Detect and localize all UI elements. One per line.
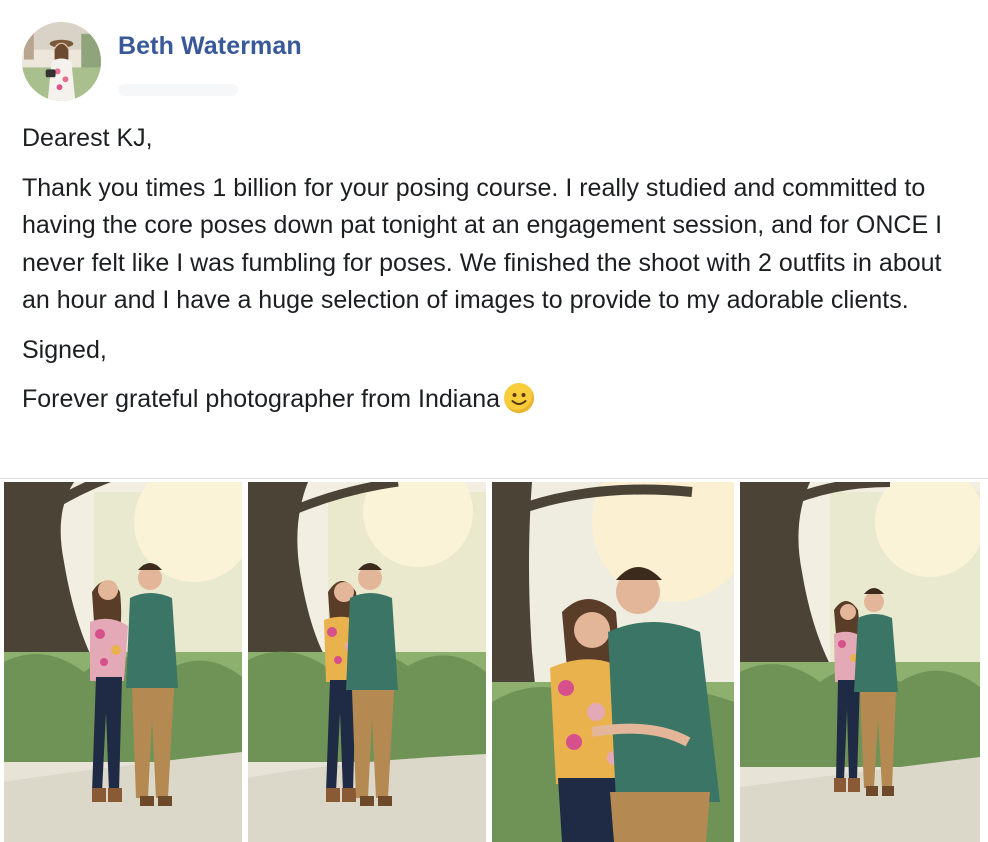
post-timestamp-blurred [118, 84, 238, 96]
author-name[interactable]: Beth Waterman [118, 32, 302, 61]
engagement-photo-image [248, 482, 486, 842]
engagement-photo-3[interactable] [492, 482, 734, 842]
photo-grid [0, 480, 988, 842]
post-paragraph: Forever grateful photographer from India… [22, 385, 501, 413]
engagement-photo-image [740, 482, 980, 842]
post-paragraph: Dearest KJ, [22, 124, 153, 152]
avatar[interactable] [22, 22, 101, 101]
slightly-smiling-face-icon [504, 383, 535, 413]
engagement-photo-image [4, 482, 242, 842]
post-paragraph-signoff: Forever grateful photographer from India… [22, 381, 972, 419]
engagement-photo-1[interactable] [4, 482, 242, 842]
engagement-photo-image [492, 482, 734, 842]
post-paragraph: Signed, [22, 335, 107, 364]
post-body: Dearest KJ, Thank you times 1 billion fo… [22, 120, 972, 431]
facebook-post: Beth Waterman Dearest KJ, Thank you time… [0, 0, 988, 842]
divider [0, 478, 988, 479]
engagement-photo-2[interactable] [248, 482, 486, 842]
avatar-image [22, 22, 101, 101]
post-header: Beth Waterman [22, 22, 922, 102]
engagement-photo-4[interactable] [740, 482, 980, 842]
post-paragraph: Thank you times 1 billion for your posin… [22, 173, 943, 315]
